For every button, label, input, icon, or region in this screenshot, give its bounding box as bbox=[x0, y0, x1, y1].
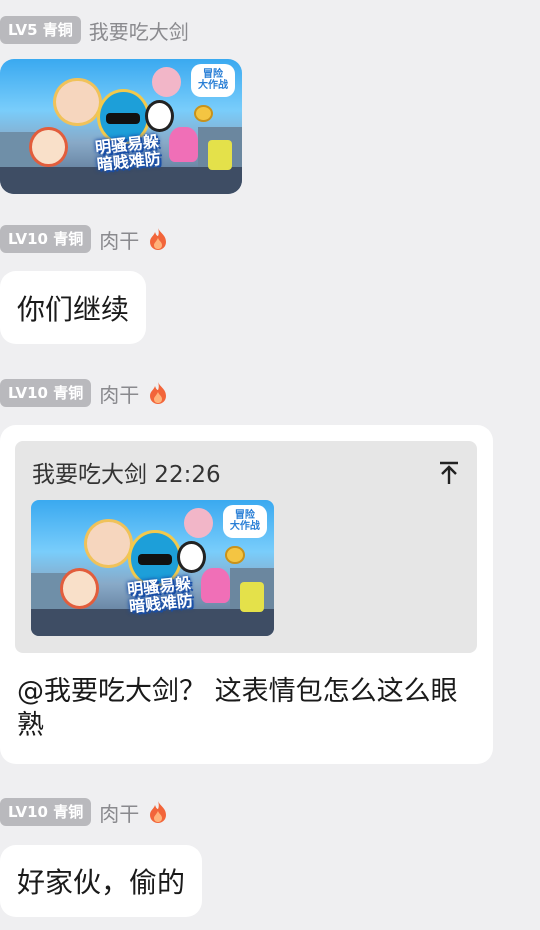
fire-icon bbox=[150, 801, 167, 823]
sender-name[interactable]: 肉干 bbox=[99, 225, 139, 254]
chat-message-list[interactable]: LV5 青铜 我要吃大剑 冒险 大作战 明骚易躲 暗贱难防 LV10 青铜 肉干… bbox=[0, 0, 540, 930]
sender-name[interactable]: 肉干 bbox=[99, 798, 139, 827]
sender-name[interactable]: 肉干 bbox=[99, 379, 139, 408]
message-header: LV10 青铜 肉干 bbox=[0, 224, 169, 254]
level-badge: LV10 青铜 bbox=[0, 379, 92, 407]
fire-icon bbox=[150, 228, 167, 250]
message-header: LV10 青铜 肉干 bbox=[0, 797, 169, 827]
message-header: LV5 青铜 我要吃大剑 bbox=[0, 15, 189, 45]
reply-message[interactable]: 我要吃大剑 22:26 冒险 大作战 明骚易躲 暗贱难防 @我要吃大剑？ 这表情… bbox=[0, 425, 493, 764]
level-badge: LV10 青铜 bbox=[0, 225, 92, 253]
game-logo: 冒险 大作战 bbox=[191, 64, 235, 97]
reply-text: @我要吃大剑？ 这表情包怎么这么眼熟 bbox=[17, 676, 458, 741]
quoted-author-time: 我要吃大剑 22:26 bbox=[32, 462, 221, 488]
text-message[interactable]: 好家伙，偷的 bbox=[0, 845, 203, 917]
text-message[interactable]: 你们继续 bbox=[0, 271, 147, 344]
game-logo: 冒险 大作战 bbox=[222, 505, 267, 539]
quoted-message[interactable]: 我要吃大剑 22:26 冒险 大作战 明骚易躲 暗贱难防 bbox=[15, 441, 477, 653]
quoted-image[interactable]: 冒险 大作战 明骚易躲 暗贱难防 bbox=[31, 500, 274, 636]
arrow-up-to-top-icon[interactable] bbox=[435, 459, 463, 487]
level-badge: LV5 青铜 bbox=[0, 16, 81, 44]
fire-icon bbox=[150, 382, 167, 404]
level-badge: LV10 青铜 bbox=[0, 798, 92, 826]
sender-name[interactable]: 我要吃大剑 bbox=[89, 16, 189, 45]
message-header: LV10 青铜 肉干 bbox=[0, 378, 169, 408]
image-message[interactable]: 冒险 大作战 明骚易躲 暗贱难防 bbox=[0, 59, 242, 194]
